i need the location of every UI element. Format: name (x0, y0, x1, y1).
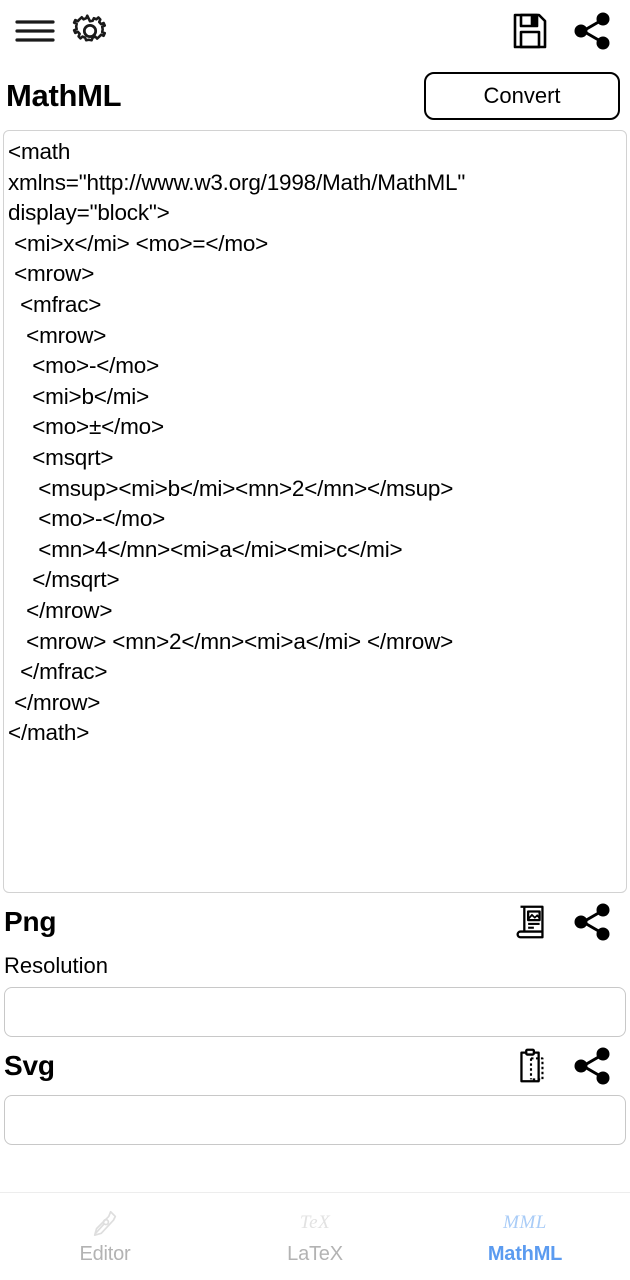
title-row: MathML Convert (0, 62, 630, 130)
png-section: Png Resolution (0, 893, 630, 1037)
content-filler (0, 1145, 630, 1192)
tab-editor[interactable]: Editor (0, 1193, 210, 1280)
gear-icon[interactable] (66, 7, 114, 55)
app-bar-right-actions (506, 7, 616, 55)
svg-section-actions (508, 1042, 626, 1090)
mathml-source-editor[interactable]: <math xmlns="http://www.w3.org/1998/Math… (3, 130, 627, 893)
tab-mathml-label: MathML (487, 1242, 563, 1265)
png-section-title: Png (4, 906, 57, 937)
svg-section-title: Svg (4, 1050, 55, 1081)
page-title: MathML (6, 78, 122, 113)
png-section-header: Png (4, 893, 626, 951)
hamburger-menu-icon[interactable] (10, 12, 60, 50)
share-icon[interactable] (568, 7, 616, 55)
save-to-gallery-icon[interactable] (508, 899, 554, 945)
tab-latex[interactable]: TeX LaTeX (210, 1193, 420, 1280)
clipboard-copy-icon[interactable] (508, 1043, 554, 1089)
share-icon[interactable] (568, 1042, 616, 1090)
floppy-disk-save-icon[interactable] (506, 7, 554, 55)
mml-logo-icon: MML (503, 1211, 547, 1233)
tab-editor-label: Editor (79, 1242, 131, 1265)
convert-button[interactable]: Convert (424, 72, 620, 120)
mathml-converter-screen: MathML Convert <math xmlns="http://www.w… (0, 0, 630, 1280)
bottom-navigation: Editor TeX LaTeX MML MathML (0, 1192, 630, 1280)
app-bar (0, 0, 630, 62)
tab-latex-label: LaTeX (287, 1242, 343, 1265)
tex-logo-icon: TeX (299, 1211, 331, 1233)
svg-output-input[interactable] (4, 1095, 626, 1145)
resolution-label: Resolution (4, 953, 108, 978)
tab-mathml[interactable]: MML MathML (420, 1193, 630, 1280)
share-icon[interactable] (568, 898, 616, 946)
svg-section-header: Svg (4, 1037, 626, 1095)
mathml-source-text[interactable]: <math xmlns="http://www.w3.org/1998/Math… (8, 137, 622, 749)
resolution-input[interactable] (4, 987, 626, 1037)
png-section-actions (508, 898, 626, 946)
app-bar-left-actions (10, 7, 114, 55)
svg-section: Svg (0, 1037, 630, 1145)
pen-nib-icon (90, 1208, 120, 1238)
